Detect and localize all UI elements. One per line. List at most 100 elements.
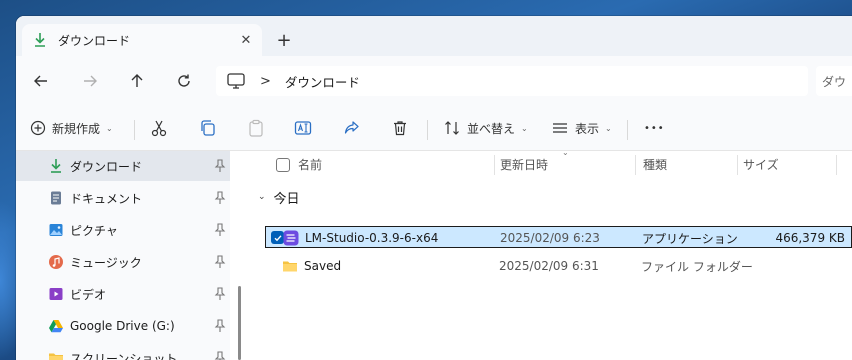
- sidebar-item-label: ドキュメント: [70, 191, 143, 206]
- column-header-name[interactable]: 名前: [298, 151, 322, 177]
- arrow-left-icon: [34, 75, 47, 87]
- group-header-today[interactable]: ⌄ 今日: [258, 187, 300, 207]
- sidebar-item-label: ビデオ: [70, 287, 107, 302]
- toolbar-divider: [134, 120, 135, 140]
- sidebar-item-pictures[interactable]: ピクチャ: [16, 215, 230, 245]
- lm-studio-icon: [283, 230, 299, 246]
- copy-icon: [201, 120, 215, 136]
- navigation-pane: ダウンロード ドキュメント ピクチャ ミュージック ビデオ Google Dri…: [16, 151, 230, 360]
- chevron-down-icon: ⌄: [258, 192, 266, 202]
- sidebar-item-downloads[interactable]: ダウンロード: [16, 151, 230, 181]
- pin-icon[interactable]: [214, 287, 226, 301]
- more-icon: •••: [644, 122, 665, 134]
- sidebar-item-videos[interactable]: ビデオ: [16, 279, 230, 309]
- sidebar-item-label: スクリーンショット: [70, 351, 178, 360]
- file-size: 466,379 KB: [775, 231, 845, 245]
- address-path[interactable]: > ダウンロード: [216, 66, 808, 96]
- music-icon: [48, 254, 64, 270]
- sidebar-item-google-drive[interactable]: Google Drive (G:): [16, 311, 230, 341]
- folder-icon: [48, 350, 64, 360]
- sidebar-item-music[interactable]: ミュージック: [16, 247, 230, 277]
- column-divider[interactable]: [836, 155, 837, 175]
- file-name: LM-Studio-0.3.9-6-x64: [305, 231, 439, 245]
- up-button[interactable]: [125, 69, 149, 93]
- select-all-checkbox[interactable]: [276, 158, 290, 172]
- plus-circle-icon: [30, 120, 46, 136]
- pictures-icon: [48, 222, 64, 238]
- pin-icon[interactable]: [214, 255, 226, 269]
- back-button[interactable]: [29, 69, 53, 93]
- column-divider[interactable]: [494, 155, 495, 175]
- column-divider[interactable]: [737, 155, 738, 175]
- file-type: アプリケーション: [642, 231, 738, 246]
- chevron-down-icon: ⌄: [521, 123, 528, 133]
- file-name: Saved: [304, 259, 342, 273]
- sidebar-item-documents[interactable]: ドキュメント: [16, 183, 230, 213]
- scissors-icon: [151, 120, 167, 137]
- sidebar-item-screenshots[interactable]: スクリーンショット: [16, 343, 230, 360]
- sort-icon: [445, 121, 459, 135]
- command-bar: 新規作成 ⌄ 並べ替え ⌄ 表示 ⌄ •••: [16, 106, 852, 151]
- arrow-up-icon: [131, 74, 143, 87]
- sort-indicator-icon: ⌄: [562, 148, 569, 157]
- title-bar: ダウンロード ✕ +: [16, 16, 852, 56]
- cut-button[interactable]: [150, 114, 168, 142]
- sidebar-item-label: ピクチャ: [70, 223, 118, 238]
- share-button[interactable]: [343, 114, 361, 142]
- delete-button[interactable]: [391, 114, 409, 142]
- breadcrumb-downloads[interactable]: ダウンロード: [285, 72, 360, 91]
- google-drive-icon: [48, 318, 64, 334]
- pin-icon[interactable]: [214, 223, 226, 237]
- download-icon: [32, 32, 48, 48]
- pin-icon[interactable]: [214, 351, 226, 360]
- tab-title: ダウンロード: [58, 33, 131, 48]
- paste-button[interactable]: [247, 114, 265, 142]
- trash-icon: [394, 121, 406, 136]
- sort-label: 並べ替え: [467, 121, 516, 136]
- search-input[interactable]: ダウ: [816, 66, 852, 96]
- refresh-icon: [178, 74, 190, 87]
- sort-button[interactable]: 並べ替え ⌄: [443, 114, 528, 142]
- file-explorer-window: ダウンロード ✕ + > ダウンロード ダウ 新規作成 ⌄ 並べ替え ⌄ 表示 …: [16, 16, 852, 360]
- file-modified: 2025/02/09 6:31: [499, 259, 599, 273]
- pin-icon[interactable]: [214, 159, 226, 173]
- column-header-modified[interactable]: 更新日時: [500, 151, 548, 177]
- chevron-down-icon: ⌄: [106, 123, 113, 133]
- forward-button[interactable]: [78, 69, 102, 93]
- tab-downloads[interactable]: ダウンロード ✕: [22, 24, 262, 56]
- file-modified: 2025/02/09 6:23: [500, 231, 600, 245]
- video-icon: [48, 286, 64, 302]
- new-button[interactable]: 新規作成 ⌄: [30, 114, 113, 142]
- new-tab-button[interactable]: +: [272, 28, 296, 52]
- view-button[interactable]: 表示 ⌄: [551, 114, 612, 142]
- column-header-size[interactable]: サイズ: [743, 151, 779, 177]
- pin-icon[interactable]: [214, 191, 226, 205]
- column-divider[interactable]: [635, 155, 636, 175]
- address-bar: > ダウンロード ダウ: [16, 56, 852, 106]
- refresh-button[interactable]: [172, 69, 196, 93]
- file-row-lm-studio[interactable]: LM-Studio-0.3.9-6-x64 2025/02/09 6:23 アプ…: [265, 226, 852, 248]
- arrow-right-icon: [84, 75, 97, 87]
- file-row-saved[interactable]: Saved 2025/02/09 6:31 ファイル フォルダー: [265, 255, 852, 277]
- close-tab-icon[interactable]: ✕: [238, 32, 254, 48]
- search-placeholder: ダウ: [822, 74, 847, 89]
- file-list-pane: 名前 更新日時 ⌄ 種類 サイズ ⌄ 今日 LM-Studio-0.3.9-6-…: [246, 148, 852, 360]
- breadcrumb-separator: >: [260, 73, 271, 89]
- document-icon: [48, 190, 64, 206]
- sidebar-item-label: ミュージック: [70, 255, 142, 270]
- rename-button[interactable]: [294, 114, 312, 142]
- toolbar-divider: [427, 120, 428, 140]
- checkmark-icon: [274, 234, 282, 241]
- pin-icon[interactable]: [214, 319, 226, 333]
- column-headers: 名前 更新日時 ⌄ 種類 サイズ: [246, 148, 852, 177]
- chevron-down-icon: ⌄: [605, 123, 612, 133]
- column-header-type[interactable]: 種類: [643, 151, 667, 177]
- more-options-button[interactable]: •••: [644, 114, 665, 142]
- view-list-icon: [553, 123, 567, 133]
- view-label: 表示: [575, 121, 600, 136]
- sidebar-item-label: Google Drive (G:): [70, 319, 175, 333]
- copy-button[interactable]: [199, 114, 217, 142]
- file-type: ファイル フォルダー: [641, 259, 753, 274]
- navigation-scrollbar[interactable]: [238, 286, 241, 360]
- clipboard-icon: [249, 119, 263, 137]
